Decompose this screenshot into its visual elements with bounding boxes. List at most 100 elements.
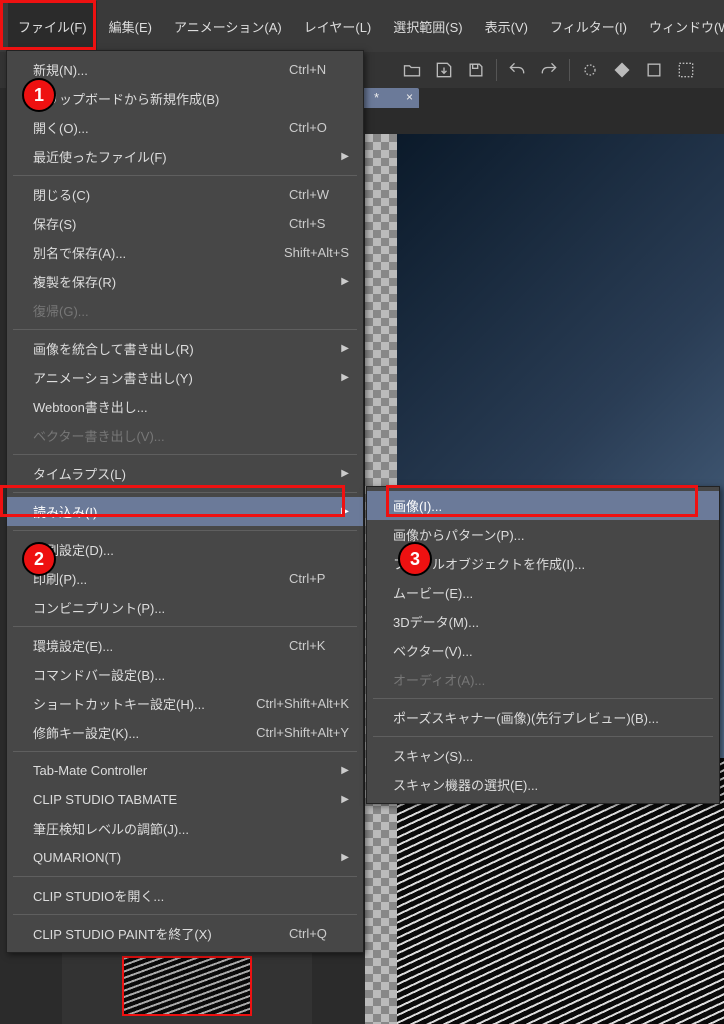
menu-shortcut: Ctrl+Shift+Alt+K: [226, 696, 349, 711]
file_menu-item[interactable]: 画像を統合して書き出し(R)▶: [7, 334, 363, 363]
menu-item-label: 別名で保存(A)...: [33, 243, 254, 262]
file_menu-item[interactable]: QUMARION(T)▶: [7, 843, 363, 872]
redo-icon[interactable]: [537, 58, 561, 82]
file_menu-item[interactable]: 修飾キー設定(K)...Ctrl+Shift+Alt+Y: [7, 718, 363, 747]
menu-animation[interactable]: アニメーション(A): [164, 1, 292, 52]
menu-item-label: タイムラプス(L): [33, 464, 323, 483]
file_menu-item[interactable]: CLIP STUDIO PAINTを終了(X)Ctrl+Q: [7, 919, 363, 948]
file_menu-item: ベクター書き出し(V)...: [7, 421, 363, 450]
menu-item-label: 複製を保存(R): [33, 272, 323, 291]
import_menu-item[interactable]: スキャン(S)...: [367, 741, 719, 770]
submenu-arrow-icon: ▶: [323, 276, 349, 287]
file_menu-item[interactable]: 最近使ったファイル(F)▶: [7, 142, 363, 171]
menu-item-label: オーディオ(A)...: [393, 670, 705, 689]
file_menu-item[interactable]: CLIP STUDIOを開く...: [7, 881, 363, 910]
import_menu-item[interactable]: 画像(I)...: [367, 491, 719, 520]
transform-icon[interactable]: [674, 58, 698, 82]
file_menu-item[interactable]: 複製を保存(R)▶: [7, 267, 363, 296]
menu-separator: [13, 329, 357, 330]
file_menu-item[interactable]: 環境設定(E)...Ctrl+K: [7, 631, 363, 660]
annotation-badge-2: 2: [22, 542, 56, 576]
file_menu-item[interactable]: 開く(O)...Ctrl+O: [7, 113, 363, 142]
menu-separator: [13, 492, 357, 493]
file_menu-item[interactable]: CLIP STUDIO TABMATE▶: [7, 785, 363, 814]
fill-icon[interactable]: [610, 58, 634, 82]
file_menu-item[interactable]: 印刷(P)...Ctrl+P: [7, 564, 363, 593]
file_menu-item[interactable]: 読み込み(I)▶: [7, 497, 363, 526]
import_menu-item[interactable]: 3Dデータ(M)...: [367, 607, 719, 636]
menu-item-label: ムービー(E)...: [393, 583, 705, 602]
file_menu-item[interactable]: 別名で保存(A)...Shift+Alt+S: [7, 238, 363, 267]
file_menu-item[interactable]: コマンドバー設定(B)...: [7, 660, 363, 689]
menu-item-label: 修飾キー設定(K)...: [33, 723, 226, 742]
menu-item-label: 印刷設定(D)...: [33, 540, 349, 559]
tab-title: *: [374, 90, 379, 105]
menu-separator: [13, 454, 357, 455]
folder-icon[interactable]: [400, 58, 424, 82]
menu-shortcut: Ctrl+K: [259, 638, 349, 653]
file_menu-item[interactable]: アニメーション書き出し(Y)▶: [7, 363, 363, 392]
menu-shortcut: Shift+Alt+S: [254, 245, 349, 260]
menu-bar: ファイル(F) 編集(E) アニメーション(A) レイヤー(L) 選択範囲(S)…: [0, 0, 724, 52]
file_menu-item[interactable]: ショートカットキー設定(H)...Ctrl+Shift+Alt+K: [7, 689, 363, 718]
submenu-arrow-icon: ▶: [323, 765, 349, 776]
close-icon[interactable]: ×: [406, 90, 413, 104]
file_menu-item[interactable]: 筆圧検知レベルの調節(J)...: [7, 814, 363, 843]
menu-item-label: ベクター書き出し(V)...: [33, 426, 349, 445]
menu-shortcut: Ctrl+O: [259, 120, 349, 135]
menu-item-label: ファイルオブジェクトを作成(I)...: [393, 554, 705, 573]
menu-file[interactable]: ファイル(F): [8, 1, 97, 52]
menu-selection[interactable]: 選択範囲(S): [383, 1, 472, 52]
submenu-arrow-icon: ▶: [323, 506, 349, 517]
import_menu-item[interactable]: ムービー(E)...: [367, 578, 719, 607]
submenu-arrow-icon: ▶: [323, 372, 349, 383]
submenu-arrow-icon: ▶: [323, 151, 349, 162]
submenu-arrow-icon: ▶: [323, 468, 349, 479]
file_menu-item[interactable]: 閉じる(C)Ctrl+W: [7, 180, 363, 209]
menu-item-label: Webtoon書き出し...: [33, 397, 349, 416]
annotation-badge-1: 1: [22, 78, 56, 112]
select-shrink-icon[interactable]: [578, 58, 602, 82]
menu-item-label: CLIP STUDIO PAINTを終了(X): [33, 924, 259, 943]
menu-item-label: ベクター(V)...: [393, 641, 705, 660]
submenu-arrow-icon: ▶: [323, 852, 349, 863]
import_menu-item[interactable]: ベクター(V)...: [367, 636, 719, 665]
menu-separator: [13, 530, 357, 531]
file_menu-item[interactable]: タイムラプス(L)▶: [7, 459, 363, 488]
save-icon[interactable]: [464, 58, 488, 82]
import_menu-item[interactable]: スキャン機器の選択(E)...: [367, 770, 719, 799]
menu-separator: [13, 751, 357, 752]
file_menu-item[interactable]: Tab-Mate Controller▶: [7, 756, 363, 785]
menu-item-label: 復帰(G)...: [33, 301, 349, 320]
menu-layer[interactable]: レイヤー(L): [294, 1, 382, 52]
menu-shortcut: Ctrl+S: [259, 216, 349, 231]
menu-item-label: 3Dデータ(M)...: [393, 612, 705, 631]
crop-icon[interactable]: [642, 58, 666, 82]
annotation-badge-3: 3: [398, 542, 432, 576]
import_menu-item[interactable]: ポーズスキャナー(画像)(先行プレビュー)(B)...: [367, 703, 719, 732]
menu-shortcut: Ctrl+P: [259, 571, 349, 586]
file_menu-item[interactable]: コンビニプリント(P)...: [7, 593, 363, 622]
file_menu-item[interactable]: 新規(N)...Ctrl+N: [7, 55, 363, 84]
menu-separator: [13, 876, 357, 877]
document-tab[interactable]: * ×: [360, 88, 419, 108]
navigator-thumbnail[interactable]: [122, 956, 252, 1016]
menu-item-label: コンビニプリント(P)...: [33, 598, 349, 617]
menu-window[interactable]: ウィンドウ(W): [639, 1, 724, 52]
file_menu-item[interactable]: クリップボードから新規作成(B): [7, 84, 363, 113]
menu-view[interactable]: 表示(V): [475, 1, 538, 52]
file_menu-item[interactable]: 印刷設定(D)...: [7, 535, 363, 564]
menu-item-label: 画像を統合して書き出し(R): [33, 339, 323, 358]
menu-item-label: 新規(N)...: [33, 60, 259, 79]
menu-shortcut: Ctrl+N: [259, 62, 349, 77]
menu-edit[interactable]: 編集(E): [99, 1, 162, 52]
menu-item-label: アニメーション書き出し(Y): [33, 368, 323, 387]
menu-filter[interactable]: フィルター(I): [540, 1, 637, 52]
file_menu-item[interactable]: 保存(S)Ctrl+S: [7, 209, 363, 238]
import-icon[interactable]: [432, 58, 456, 82]
menu-shortcut: Ctrl+Shift+Alt+Y: [226, 725, 349, 740]
menu-item-label: 印刷(P)...: [33, 569, 259, 588]
undo-icon[interactable]: [505, 58, 529, 82]
file_menu-item[interactable]: Webtoon書き出し...: [7, 392, 363, 421]
menu-item-label: ポーズスキャナー(画像)(先行プレビュー)(B)...: [393, 708, 705, 727]
